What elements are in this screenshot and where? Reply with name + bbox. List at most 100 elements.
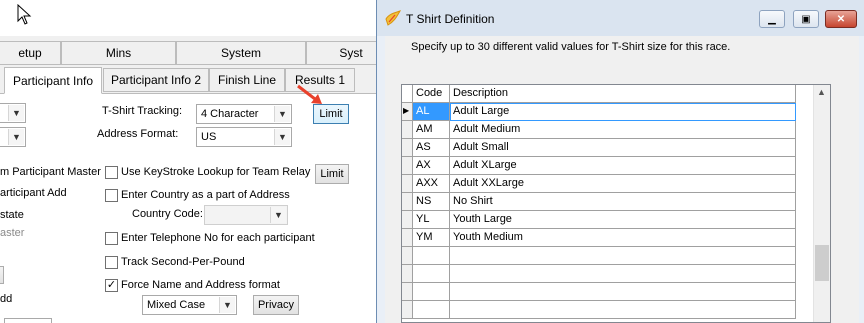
row-selector[interactable] [402,193,413,211]
description-cell[interactable]: Youth Medium [450,229,796,247]
dialog-title-bar: T Shirt Definition ▁ ▣ ✕ [377,0,864,36]
description-cell[interactable] [450,265,796,283]
table-row[interactable]: NS No Shirt [402,193,796,211]
dialog-title: T Shirt Definition [406,12,495,26]
tshirt-tracking-select[interactable]: 4 Character ▼ [196,104,292,124]
table-row[interactable]: AS Adult Small [402,139,796,157]
description-cell[interactable]: Adult Small [450,139,796,157]
dialog-description: Specify up to 30 different valid values … [411,41,731,53]
description-cell[interactable]: Adult Medium [450,121,796,139]
description-cell[interactable] [450,247,796,265]
force-name-label: Force Name and Address format [121,279,280,291]
address-format-label: Address Format: [97,128,179,140]
partial-combo-2[interactable]: ▼ [0,127,26,147]
empty-row[interactable] [402,247,796,265]
empty-row[interactable] [402,283,796,301]
maximize-button[interactable]: ▣ [793,10,819,28]
partial-button[interactable] [0,266,4,284]
scroll-up-icon[interactable]: ▲ [817,87,826,97]
tab-system[interactable]: System [176,41,306,65]
minimize-icon: ▁ [768,13,776,25]
tab-participant-info[interactable]: Participant Info [4,67,102,94]
tab-system-2[interactable]: Syst [306,41,376,65]
table-row[interactable]: ▶ AL Adult Large [402,103,796,121]
row-selector[interactable] [402,265,413,283]
minimize-button[interactable]: ▁ [759,10,785,28]
row-selector[interactable] [402,175,413,193]
country-code-select[interactable]: ▼ [204,205,288,225]
grid-header-selector [402,85,413,103]
tab-mins[interactable]: Mins [61,41,176,65]
column-header-code[interactable]: Code [413,85,450,103]
privacy-button[interactable]: Privacy [253,295,299,315]
description-cell[interactable]: Adult XXLarge [450,175,796,193]
red-arrow-icon [297,84,322,104]
code-cell[interactable]: AX [413,157,450,175]
tshirt-limit-button[interactable]: Limit [313,104,349,124]
code-cell[interactable]: AXX [413,175,450,193]
chevron-down-icon: ▼ [8,105,24,121]
code-cell[interactable]: YL [413,211,450,229]
case-value: Mixed Case [147,299,206,311]
empty-row[interactable] [402,265,796,283]
description-cell[interactable]: Youth Large [450,211,796,229]
keystroke-lookup-checkbox[interactable] [105,166,118,179]
close-button[interactable]: ✕ [825,10,857,28]
row-selector[interactable] [402,139,413,157]
keystroke-lookup-label: Use KeyStroke Lookup for Team Relay [121,166,311,178]
track-second-label: Track Second-Per-Pound [121,256,245,268]
description-cell[interactable]: Adult Large [450,103,796,121]
code-cell[interactable]: AL [413,103,450,121]
tab-setup[interactable]: etup [0,41,61,65]
code-cell[interactable]: AS [413,139,450,157]
enter-telephone-checkbox[interactable] [105,232,118,245]
description-cell[interactable] [450,301,796,319]
row-selector[interactable] [402,211,413,229]
tshirt-tracking-label: T-Shirt Tracking: [102,105,183,117]
row-selector[interactable] [402,247,413,265]
column-header-description[interactable]: Description [450,85,796,103]
code-cell[interactable]: NS [413,193,450,211]
chevron-down-icon: ▼ [270,207,286,223]
row-selector[interactable] [402,121,413,139]
track-second-checkbox[interactable] [105,256,118,269]
tab-participant-info-2[interactable]: Participant Info 2 [103,68,209,92]
partial-combo-1[interactable]: ▼ [0,103,26,123]
empty-row[interactable] [402,301,796,319]
row-selector[interactable] [402,157,413,175]
table-row[interactable]: YM Youth Medium [402,229,796,247]
country-code-label: Country Code: [132,208,203,220]
code-cell[interactable] [413,265,450,283]
partial-bottom-field[interactable] [4,318,52,323]
table-row[interactable]: AM Adult Medium [402,121,796,139]
table-row[interactable]: AX Adult XLarge [402,157,796,175]
row-selector[interactable] [402,283,413,301]
table-row[interactable]: YL Youth Large [402,211,796,229]
main-window: etup Mins System Syst Participant Info P… [0,0,376,323]
code-cell[interactable] [413,301,450,319]
add-label: dd [0,293,13,305]
force-name-checkbox[interactable]: ✓ [105,279,118,292]
tshirt-grid[interactable]: Code Description ▶ AL Adult Large AM Adu… [401,84,831,323]
code-cell[interactable]: AM [413,121,450,139]
address-format-select[interactable]: US ▼ [196,127,292,147]
description-cell[interactable]: No Shirt [450,193,796,211]
code-cell[interactable] [413,247,450,265]
tshirt-tracking-value: 4 Character [201,108,259,120]
row-selector[interactable]: ▶ [402,103,413,121]
chevron-down-icon: ▼ [8,129,24,145]
tab-finish-line[interactable]: Finish Line [209,68,285,92]
grid-vertical-scrollbar[interactable]: ▲ [813,85,830,322]
table-row[interactable]: AXX Adult XXLarge [402,175,796,193]
enter-country-checkbox[interactable] [105,189,118,202]
row-selector[interactable] [402,229,413,247]
code-cell[interactable] [413,283,450,301]
description-cell[interactable] [450,283,796,301]
case-select[interactable]: Mixed Case ▼ [142,295,237,315]
cursor-icon [17,4,32,25]
row-selector[interactable] [402,301,413,319]
description-cell[interactable]: Adult XLarge [450,157,796,175]
scrollbar-thumb[interactable] [815,245,829,281]
code-cell[interactable]: YM [413,229,450,247]
keystroke-limit-button[interactable]: Limit [315,164,349,184]
